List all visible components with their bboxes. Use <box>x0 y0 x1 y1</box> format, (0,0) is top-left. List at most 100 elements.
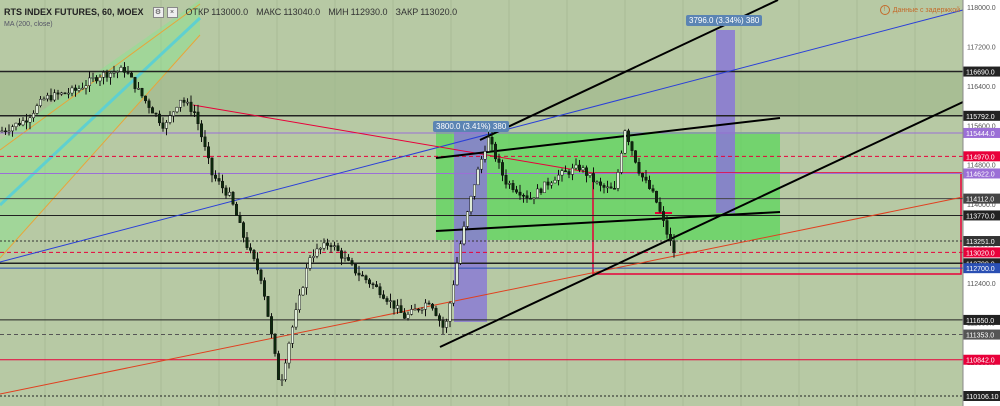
candle-body <box>284 362 287 380</box>
candle-body <box>14 122 18 127</box>
candle-body <box>221 180 224 189</box>
measure-box-2-tint <box>716 30 735 213</box>
candle-body <box>140 88 144 97</box>
candle-body <box>172 111 175 117</box>
candle-body <box>441 320 445 328</box>
candle-body <box>350 260 354 265</box>
price-level-label: 113770.0 <box>966 213 995 220</box>
close-label: ЗАКР <box>395 7 419 17</box>
candle-body <box>91 77 95 79</box>
candle-body <box>557 174 560 181</box>
candle-body <box>616 172 620 189</box>
candle-body <box>354 263 357 274</box>
settings-icon[interactable]: ⚙ <box>152 6 164 18</box>
candle-body <box>452 284 455 304</box>
price-tick-label: 118000.0 <box>967 5 996 12</box>
candle-body <box>431 303 434 309</box>
indicator-label[interactable]: MA (200, close) <box>4 21 53 28</box>
close-icon[interactable]: × <box>166 6 178 18</box>
candle-body <box>627 130 630 142</box>
candle-body <box>595 181 599 184</box>
candle-body <box>147 100 151 108</box>
candle-body <box>434 307 438 316</box>
candle <box>620 150 623 175</box>
candle-body <box>329 245 333 247</box>
candle-body <box>105 72 109 78</box>
candle-body <box>123 67 126 73</box>
candle-body <box>98 77 102 82</box>
candle-body <box>644 176 648 181</box>
candle-body <box>420 308 424 311</box>
candle-body <box>480 159 483 170</box>
candle-body <box>116 71 119 73</box>
candle-body <box>585 167 588 176</box>
candle <box>543 181 546 193</box>
candle <box>459 240 462 266</box>
candle-body <box>21 120 25 126</box>
candle-body <box>84 85 88 89</box>
candle-body <box>389 300 392 302</box>
candle-body <box>543 181 546 193</box>
candle-body <box>256 258 259 271</box>
candle-body <box>546 181 550 186</box>
candle-body <box>672 240 676 253</box>
symbol-title[interactable]: RTS INDEX FUTURES, 60, MOEX <box>4 7 144 17</box>
candle <box>655 190 658 204</box>
candle-body <box>39 99 42 106</box>
candle-body <box>406 314 410 319</box>
candle-body <box>28 117 32 123</box>
price-chart[interactable]: 118000.0117200.0116400.0115600.0114800.0… <box>0 0 1000 406</box>
candle-body <box>550 182 553 186</box>
price-level-label: 112700.0 <box>966 266 995 273</box>
price-level-label: 111650.0 <box>966 318 994 325</box>
candle-body <box>273 333 277 354</box>
open-label: ОТКР <box>185 7 210 17</box>
chart-header: RTS INDEX FUTURES, 60, MOEX ⚙ × ОТКР 113… <box>4 5 457 19</box>
low-label: МИН <box>328 7 349 17</box>
candle-body <box>518 191 522 196</box>
price-level-label: 114970.0 <box>966 154 995 161</box>
candle-body <box>560 170 564 176</box>
candle-body <box>119 67 123 72</box>
candle-body <box>301 287 305 296</box>
candle-body <box>648 179 651 189</box>
candle-body <box>315 248 319 257</box>
candle-body <box>326 242 329 246</box>
candle-body <box>634 150 637 163</box>
open-value: 113000.0 <box>211 7 249 17</box>
candle-body <box>133 76 137 89</box>
candle-body <box>511 183 515 190</box>
candle-body <box>606 186 609 189</box>
candle-body <box>336 245 340 251</box>
candle-body <box>263 280 266 297</box>
candle-body <box>175 107 179 113</box>
candle-body <box>95 77 98 82</box>
candle-body <box>214 174 217 179</box>
candle-body <box>242 222 245 238</box>
candle-body <box>196 111 200 124</box>
candle-body <box>501 162 504 176</box>
candle-body <box>280 379 284 381</box>
candle-body <box>154 112 158 115</box>
candle-body <box>235 203 238 216</box>
candle-body <box>4 130 7 133</box>
candle-body <box>413 308 417 311</box>
candle-body <box>508 183 511 185</box>
candle-body <box>487 137 490 152</box>
candle-body <box>228 191 231 196</box>
candle-body <box>364 275 368 281</box>
candle-body <box>448 302 452 322</box>
candle <box>616 169 620 192</box>
candle-body <box>112 72 116 74</box>
candle-body <box>186 101 189 104</box>
candle-body <box>529 197 532 200</box>
candle-body <box>210 157 214 176</box>
candle-body <box>88 77 91 86</box>
candle-body <box>655 190 658 203</box>
candle-body <box>445 321 448 328</box>
candle-body <box>42 98 46 101</box>
price-tick-label: 112400.0 <box>967 281 996 288</box>
candle-body <box>378 286 382 296</box>
candle-body <box>469 196 473 212</box>
candle-body <box>641 173 644 178</box>
